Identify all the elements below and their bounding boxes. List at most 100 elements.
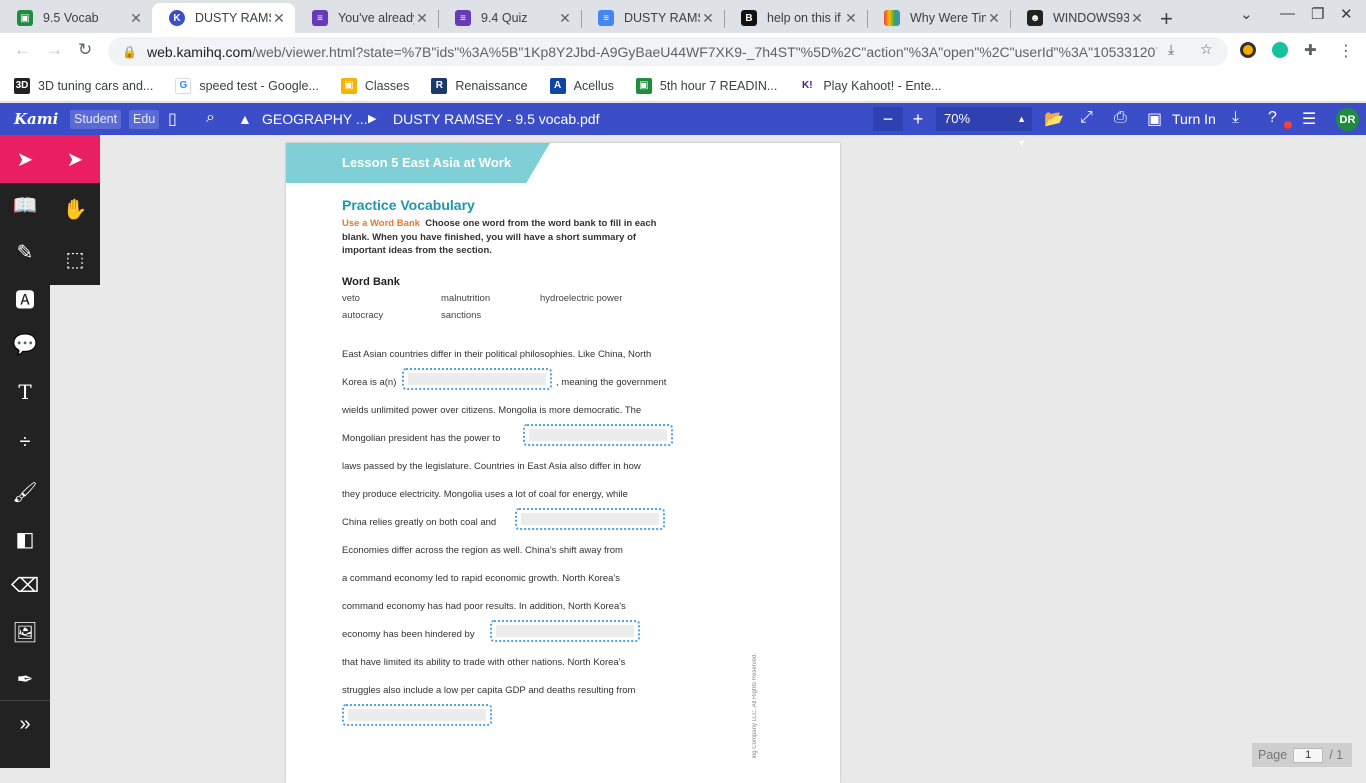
tab-forms-1[interactable]: ≡ You've already ✕ (295, 3, 438, 33)
section-title: Practice Vocabulary (342, 197, 475, 213)
lesson-header: Lesson 5 East Asia at Work (286, 143, 550, 183)
pen-icon[interactable]: 🖌 (0, 468, 50, 516)
3dt-icon: 3D (14, 77, 30, 94)
close-icon[interactable]: ✕ (128, 10, 144, 27)
select-tool-icon[interactable]: ➤ (0, 135, 50, 183)
tab-search-icon[interactable]: ⌄ (1240, 5, 1253, 23)
tab-windows93[interactable]: ☻ WINDOWS93 ✕ (1010, 3, 1153, 33)
shapes-icon[interactable]: ◧ (0, 515, 50, 563)
open-folder-icon[interactable]: 📂 (1044, 109, 1064, 129)
google-forms-icon: ≡ (312, 10, 328, 26)
signature-icon[interactable]: ✒ (0, 655, 50, 703)
text-highlight-icon[interactable]: 🅰 (0, 274, 50, 322)
address-bar[interactable]: 🔒 web.kamihq.com/web/viewer.html?state=%… (108, 37, 1228, 66)
answer-blank-4[interactable] (490, 620, 640, 642)
comment-icon[interactable]: 💬 (0, 320, 50, 368)
answer-blank-1[interactable] (402, 368, 552, 390)
eraser-icon[interactable]: ⌫ (0, 561, 50, 609)
close-icon[interactable]: ✕ (557, 10, 573, 27)
passage-line: , meaning the government (556, 377, 667, 388)
close-icon[interactable]: ✕ (986, 10, 1002, 27)
close-icon[interactable]: ✕ (1129, 10, 1145, 27)
zoom-select[interactable]: 70% ▲ ▼ (936, 107, 1032, 148)
google-drive-icon[interactable]: ▲ (238, 111, 252, 127)
new-tab-icon[interactable]: + (1160, 6, 1173, 32)
bookmark-kahoot[interactable]: K! Play Kahoot! - Ente... (799, 77, 941, 94)
text-box-icon[interactable]: T (0, 368, 50, 416)
bookmark-speed-test[interactable]: Gspeed test - Google... (175, 77, 319, 94)
kahoot-icon: K! (799, 77, 816, 94)
search-icon[interactable]: ⌕ (206, 109, 215, 127)
passage-line: that have limited its ability to trade w… (342, 657, 626, 668)
grammarly-icon[interactable] (1272, 42, 1288, 58)
minimize-icon[interactable]: — (1280, 5, 1295, 22)
passage-line: Economies differ across the region as we… (342, 545, 623, 556)
reload-icon[interactable]: ↻ (78, 40, 92, 60)
bookmark-acellus[interactable]: A Acellus (549, 77, 614, 94)
expand-chevrons-icon[interactable]: » (0, 700, 50, 748)
tab-9-5-vocab[interactable]: ▣ 9.5 Vocab ✕ (0, 3, 152, 33)
passage-line: command economy has had poor results. In… (342, 601, 626, 612)
google-forms-icon: ≡ (455, 10, 471, 26)
tab-why-were[interactable]: Why Were Tim ✕ (867, 3, 1010, 33)
close-window-icon[interactable]: ✕ (1340, 5, 1353, 23)
extension-coin-icon[interactable] (1240, 42, 1256, 58)
back-icon[interactable]: ← (14, 40, 31, 60)
pointer-select-icon[interactable]: ➤ (50, 135, 100, 183)
install-icon[interactable]: ⤓ (1168, 41, 1174, 58)
pdf-page[interactable]: Lesson 5 East Asia at Work Practice Voca… (286, 143, 840, 783)
avatar[interactable]: DR (1336, 108, 1359, 131)
notification-dot (1284, 121, 1292, 129)
document-filename: DUSTY RAMSEY - 9.5 vocab.pdf (393, 111, 600, 127)
menu-kebab-icon[interactable]: ⋮ (1338, 41, 1354, 61)
bookmark-3d-tuning[interactable]: 3D 3D tuning cars and... (14, 77, 153, 94)
zoom-out-button[interactable]: − (873, 107, 903, 131)
word-bank-item: hydroelectric power (540, 293, 623, 304)
page-number-input[interactable]: 1 (1293, 747, 1324, 763)
bookmarks-bar: 3D 3D tuning cars and... Gspeed test - Go… (0, 70, 1366, 102)
image-icon[interactable]: 🖼 (0, 608, 50, 656)
save-icon[interactable]: ▣ (1147, 109, 1162, 129)
bookmark-star-icon[interactable]: ☆ (1200, 41, 1213, 58)
passage-line: China relies greatly on both coal and (342, 517, 497, 528)
close-icon[interactable]: ✕ (271, 10, 287, 27)
turn-in-button[interactable]: Turn In (1172, 111, 1216, 127)
help-icon[interactable]: ? (1268, 109, 1277, 127)
browser-toolbar: ← → ↻ 🔒 web.kamihq.com/web/viewer.html?s… (0, 33, 1366, 70)
answer-blank-2[interactable] (523, 424, 673, 446)
edu-badge: Edu (129, 110, 160, 129)
kami-logo[interactable]: Kami (14, 110, 58, 128)
download-icon[interactable]: ⤓ (1232, 109, 1239, 127)
forward-icon[interactable]: → (46, 40, 63, 60)
breadcrumb-folder[interactable]: GEOGRAPHY ... (262, 111, 368, 127)
close-icon[interactable]: ✕ (843, 10, 859, 27)
area-select-icon[interactable]: ⬚ (50, 235, 100, 283)
share-icon[interactable]: ⤢ (1080, 109, 1093, 127)
dictionary-icon[interactable]: 📖 (0, 181, 50, 229)
answer-blank-5[interactable] (342, 704, 492, 726)
close-icon[interactable]: ✕ (700, 10, 716, 27)
tab-brainly[interactable]: B help on this if ✕ (724, 3, 867, 33)
tab-strip: ▣ 9.5 Vocab ✕ K DUSTY RAMSE ✕ ≡ You've a… (0, 0, 1366, 33)
tab-9-4-quiz[interactable]: ≡ 9.4 Quiz ✕ (438, 3, 581, 33)
hamburger-menu-icon[interactable]: ☰ (1302, 109, 1316, 129)
bookmark-classes[interactable]: ▣ Classes (340, 77, 409, 94)
word-bank-item: sanctions (441, 310, 482, 321)
lock-icon: 🔒 (122, 44, 137, 59)
bookmark-5th-hour[interactable]: ▣ 5th hour 7 READIN... (635, 77, 777, 94)
close-icon[interactable]: ✕ (414, 10, 430, 27)
bookmark-renaissance[interactable]: R Renaissance (431, 77, 528, 94)
answer-blank-3[interactable] (515, 508, 665, 530)
google-icon: G (175, 77, 192, 94)
instructions: Use a Word Bank Choose one word from the… (342, 218, 657, 256)
hand-pan-icon[interactable]: ✋ (50, 185, 100, 233)
equation-icon[interactable]: ÷ (0, 418, 50, 466)
zoom-in-button[interactable]: + (903, 107, 933, 131)
highlighter-icon[interactable]: ✎ (0, 228, 50, 276)
extensions-puzzle-icon[interactable]: ✚ (1304, 41, 1317, 59)
print-icon[interactable]: ⎙ (1114, 109, 1127, 127)
sidebar-toggle-icon[interactable]: ▯ (168, 109, 177, 129)
tab-docs[interactable]: ≡ DUSTY RAMSE ✕ (581, 3, 724, 33)
tab-kami-active[interactable]: K DUSTY RAMSE ✕ (152, 3, 295, 33)
restore-icon[interactable]: ❐ (1311, 5, 1324, 23)
